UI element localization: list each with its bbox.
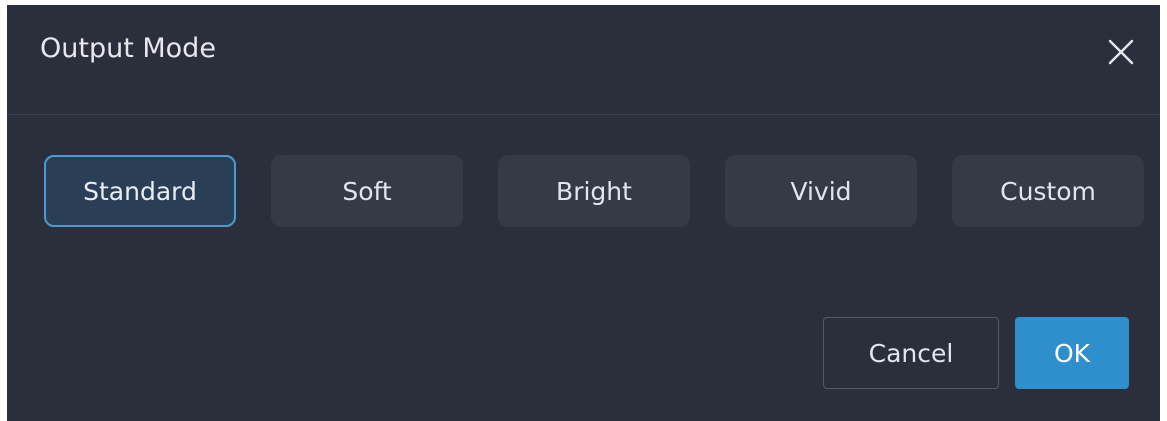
ok-label: OK (1053, 338, 1091, 368)
ok-button[interactable]: OK (1015, 317, 1129, 389)
mode-label-vivid: Vivid (790, 176, 852, 206)
mode-label-standard: Standard (83, 176, 197, 206)
close-icon (1108, 39, 1134, 65)
mode-button-custom[interactable]: Custom (952, 155, 1144, 227)
output-mode-dialog: Output Mode Standard Soft Bright Vivid C… (7, 5, 1160, 421)
mode-label-custom: Custom (1000, 176, 1096, 206)
mode-button-standard[interactable]: Standard (44, 155, 236, 227)
cancel-button[interactable]: Cancel (823, 317, 999, 389)
mode-button-bright[interactable]: Bright (498, 155, 690, 227)
dialog-header: Output Mode (7, 5, 1160, 115)
cancel-label: Cancel (868, 338, 954, 368)
mode-label-bright: Bright (556, 176, 632, 206)
mode-label-soft: Soft (342, 176, 392, 206)
mode-button-soft[interactable]: Soft (271, 155, 463, 227)
mode-button-vivid[interactable]: Vivid (725, 155, 917, 227)
close-button[interactable] (1104, 35, 1138, 69)
dialog-title: Output Mode (40, 33, 216, 64)
mode-options: Standard Soft Bright Vivid Custom (7, 155, 1160, 229)
